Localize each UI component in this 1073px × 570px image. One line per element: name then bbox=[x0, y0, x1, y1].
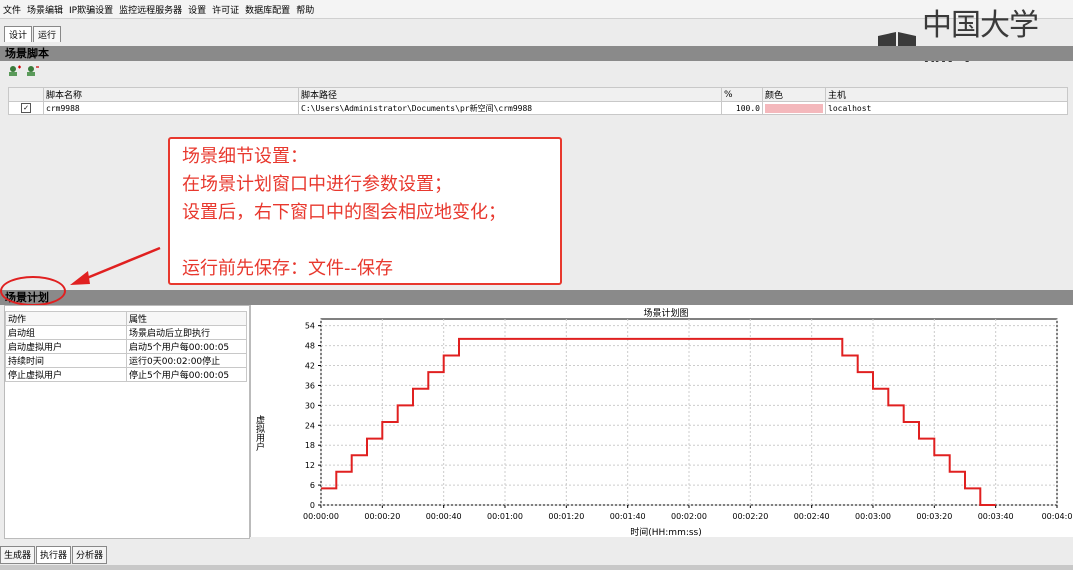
status-bar bbox=[0, 565, 1073, 570]
annotation-callout: 场景细节设置： 在场景计划窗口中进行参数设置； 设置后，右下窗口中的图会相应地变… bbox=[168, 137, 562, 285]
y-tick-label: 12 bbox=[305, 461, 315, 470]
chart-xlabel: 时间(HH:mm:ss) bbox=[630, 526, 702, 537]
x-tick-label: 00:00:00 bbox=[303, 512, 339, 521]
menu-bar: 文件 场景编辑 IP欺骗设置 监控远程服务器 设置 许可证 数据库配置 帮助 bbox=[0, 0, 1073, 19]
script-name-cell: crm9988 bbox=[43, 101, 299, 115]
x-tick-label: 00:03:40 bbox=[978, 512, 1014, 521]
x-tick-label: 00:02:20 bbox=[732, 512, 768, 521]
menu-item-5[interactable]: 许可证 bbox=[209, 3, 242, 16]
callout-line-2: 在场景计划窗口中进行参数设置； bbox=[182, 174, 452, 195]
action-cell: 启动组 bbox=[5, 325, 127, 340]
x-tick-label: 00:02:00 bbox=[671, 512, 707, 521]
chart-title: 场景计划图 bbox=[643, 307, 688, 319]
menu-item-7[interactable]: 帮助 bbox=[293, 3, 317, 16]
script-host-cell[interactable]: localhost bbox=[825, 101, 1068, 115]
table-row[interactable]: 停止虚拟用户 停止5个用户每00:00:05 bbox=[5, 367, 247, 382]
plan-table-header: 动作 属性 bbox=[5, 311, 247, 326]
y-tick-label: 24 bbox=[305, 421, 315, 430]
action-cell: 启动虚拟用户 bbox=[5, 339, 127, 354]
script-table-header: 脚本名称 脚本路径 % 颜色 主机 bbox=[8, 87, 1068, 102]
plan-table: 动作 属性 启动组 场景启动后立即执行 启动虚拟用户 启动5个用户每00:00:05… bbox=[5, 311, 247, 382]
y-tick-label: 6 bbox=[310, 481, 315, 490]
view-tabs: 设计 运行 bbox=[4, 26, 62, 42]
x-tick-label: 00:03:20 bbox=[916, 512, 952, 521]
scenario-chart-panel: 场景计划图 虚拟用户 时间(HH:mm:ss) 00:00:00 00:00:20… bbox=[250, 305, 1073, 538]
tab-run[interactable]: 运行 bbox=[33, 26, 62, 42]
action-cell: 停止虚拟用户 bbox=[5, 367, 127, 382]
col-action: 动作 bbox=[5, 311, 127, 326]
col-script-path[interactable]: 脚本路径 bbox=[298, 87, 722, 102]
scenario-chart: 场景计划图 虚拟用户 时间(HH:mm:ss) 00:00:00 00:00:20… bbox=[254, 307, 1073, 538]
property-cell[interactable]: 启动5个用户每00:00:05 bbox=[126, 339, 247, 354]
script-percent-cell[interactable]: 100.0 bbox=[721, 101, 763, 115]
menu-item-2[interactable]: IP欺骗设置 bbox=[66, 3, 116, 16]
property-cell[interactable]: 场景启动后立即执行 bbox=[126, 325, 247, 340]
col-percent[interactable]: % bbox=[721, 87, 763, 102]
plot-area: 00:00:00 00:00:20 00:00:40 00:01:00 00:01:20… bbox=[303, 318, 1073, 521]
highlight-ellipse bbox=[0, 276, 66, 306]
x-tick-label: 00:03:00 bbox=[855, 512, 891, 521]
plan-section-header: 场景计划 bbox=[0, 290, 1073, 305]
x-tick-label: 00:01:20 bbox=[548, 512, 584, 521]
action-cell: 持续时间 bbox=[5, 353, 127, 368]
y-tick-label: 48 bbox=[305, 342, 315, 351]
tab-analyzer[interactable]: 分析器 bbox=[72, 546, 108, 564]
x-tick-label: 00:01:40 bbox=[610, 512, 646, 521]
script-path-cell: C:\Users\Administrator\Documents\pr新空间\c… bbox=[298, 101, 722, 115]
col-check bbox=[8, 87, 44, 102]
col-color[interactable]: 颜色 bbox=[762, 87, 826, 102]
callout-line-1: 场景细节设置： bbox=[182, 146, 308, 167]
remove-script-icon[interactable] bbox=[26, 65, 40, 77]
property-cell[interactable]: 运行0天00:02:00停止 bbox=[126, 353, 247, 368]
script-color-cell[interactable] bbox=[762, 101, 826, 115]
menu-item-4[interactable]: 设置 bbox=[185, 3, 209, 16]
y-tick-label: 42 bbox=[305, 362, 315, 371]
row-checkbox-cell[interactable]: ✓ bbox=[8, 101, 44, 115]
x-tick-label: 00:01:00 bbox=[487, 512, 523, 521]
table-row[interactable]: ✓ crm9988 C:\Users\Administrator\Documen… bbox=[8, 101, 1068, 115]
script-section-header: 场景脚本 bbox=[0, 46, 1073, 61]
x-tick-label: 00:00:40 bbox=[426, 512, 462, 521]
x-tick-label: 00:04:0 bbox=[1042, 512, 1073, 521]
chart-ylabel: 虚拟用户 bbox=[254, 414, 265, 452]
y-tick-label: 30 bbox=[305, 401, 315, 410]
tab-design[interactable]: 设计 bbox=[4, 26, 33, 42]
bottom-tabs: 生成器 执行器 分析器 bbox=[0, 546, 108, 564]
y-tick-label: 0 bbox=[310, 501, 315, 510]
x-tick-label: 00:00:20 bbox=[364, 512, 400, 521]
annotation-arrow bbox=[70, 246, 161, 285]
color-swatch[interactable] bbox=[765, 103, 823, 113]
menu-item-3[interactable]: 监控远程服务器 bbox=[116, 3, 185, 16]
add-script-icon[interactable] bbox=[8, 65, 22, 77]
callout-line-5: 运行前先保存：文件--保存 bbox=[182, 258, 393, 279]
col-property: 属性 bbox=[126, 311, 247, 326]
script-section-title: 场景脚本 bbox=[5, 47, 49, 60]
script-toolbar bbox=[8, 65, 44, 77]
property-cell[interactable]: 停止5个用户每00:00:05 bbox=[126, 367, 247, 382]
callout-line-4 bbox=[182, 227, 548, 255]
menu-item-6[interactable]: 数据库配置 bbox=[242, 3, 293, 16]
y-tick-label: 54 bbox=[305, 322, 315, 331]
row-checkbox[interactable]: ✓ bbox=[21, 103, 31, 113]
y-tick-label: 18 bbox=[305, 441, 315, 450]
script-table: 脚本名称 脚本路径 % 颜色 主机 ✓ crm9988 C:\Users\Adm… bbox=[8, 87, 1068, 115]
tab-generator[interactable]: 生成器 bbox=[0, 546, 36, 564]
tab-executor[interactable]: 执行器 bbox=[36, 546, 72, 564]
callout-line-3: 设置后，右下窗口中的图会相应地变化； bbox=[182, 202, 506, 223]
y-tick-label: 36 bbox=[305, 381, 315, 390]
col-host[interactable]: 主机 bbox=[825, 87, 1068, 102]
table-row[interactable]: 持续时间 运行0天00:02:00停止 bbox=[5, 353, 247, 368]
col-script-name[interactable]: 脚本名称 bbox=[43, 87, 299, 102]
table-row[interactable]: 启动虚拟用户 启动5个用户每00:00:05 bbox=[5, 339, 247, 354]
menu-item-1[interactable]: 场景编辑 bbox=[24, 3, 66, 16]
x-tick-label: 00:02:40 bbox=[794, 512, 830, 521]
menu-item-0[interactable]: 文件 bbox=[0, 3, 24, 16]
table-row[interactable]: 启动组 场景启动后立即执行 bbox=[5, 325, 247, 340]
